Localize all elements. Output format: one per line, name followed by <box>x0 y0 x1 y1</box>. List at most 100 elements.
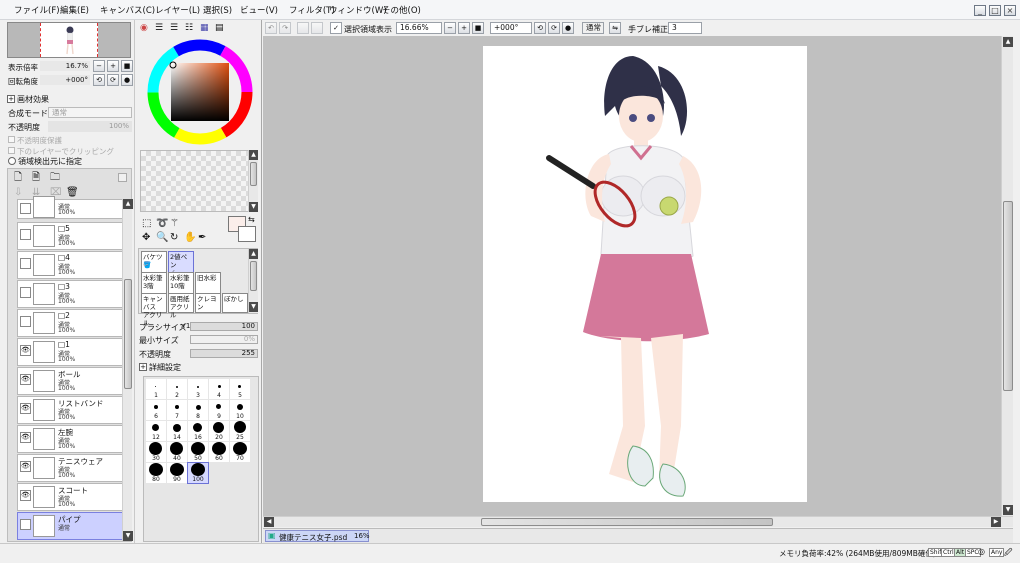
selection-show-checkbox[interactable]: ✓ <box>330 22 342 34</box>
rect-select-icon[interactable]: ⬚ <box>142 219 151 229</box>
tool-canvas-acrylic[interactable]: キャンバス アクリル <box>141 293 167 327</box>
magic-wand-icon[interactable]: ⚚ <box>170 219 179 229</box>
background-color[interactable] <box>238 226 256 242</box>
move-icon[interactable]: ✥ <box>142 233 150 243</box>
layer-panel-toggle[interactable] <box>118 173 127 182</box>
hand-icon[interactable]: ✋ <box>184 233 196 243</box>
tool-bucket[interactable]: バケツ 🪣 <box>141 251 167 273</box>
zoom-out-button[interactable]: − <box>444 22 456 34</box>
layer-item[interactable]: □2 通常 100% <box>17 309 130 337</box>
hsv-slider-icon[interactable]: ☰ <box>170 23 178 33</box>
detail-expand-button[interactable]: + <box>139 363 147 371</box>
brush-size-option[interactable]: 70 <box>230 442 250 462</box>
layer-item[interactable]: □5 通常 100% <box>17 222 130 250</box>
nav-rotate-left-button[interactable]: ⟲ <box>93 74 105 86</box>
layer-item[interactable]: □3 通常 100% <box>17 280 130 308</box>
brush-size-option[interactable]: 3 <box>188 379 208 399</box>
visibility-toggle[interactable] <box>20 203 31 214</box>
brush-size-option[interactable]: 25 <box>230 421 250 441</box>
expand-effect-button[interactable]: + <box>7 95 15 103</box>
scroll-thumb[interactable] <box>250 261 257 291</box>
tool-watercolor-10[interactable]: 水彩筆 10階 <box>168 272 194 294</box>
layer-item[interactable]: 通常 100% <box>17 196 130 219</box>
brush-size-option[interactable]: 6 <box>146 400 166 420</box>
brush-size-option[interactable]: 40 <box>167 442 187 462</box>
mixer-icon[interactable]: ☷ <box>185 23 193 33</box>
scroll-up-arrow[interactable]: ▲ <box>1003 37 1013 47</box>
scratchpad[interactable] <box>140 150 250 212</box>
eyedropper-icon[interactable]: ✒ <box>198 233 206 243</box>
brush-size-option[interactable]: 10 <box>230 400 250 420</box>
close-button[interactable]: × <box>1004 5 1016 16</box>
menu-edit[interactable]: 編集(E) <box>60 4 89 16</box>
scroll-up-arrow[interactable]: ▲ <box>249 249 258 259</box>
rotation-field[interactable]: +000° <box>490 22 532 34</box>
color-wheel-icon[interactable]: ◉ <box>140 23 148 33</box>
navigator-preview[interactable] <box>7 22 131 58</box>
layer-item[interactable]: 👁 □1 通常 100% <box>17 338 130 366</box>
zoom-field[interactable]: 16.66% <box>396 22 442 34</box>
scratchpad-icon[interactable]: ▤ <box>215 23 224 33</box>
tool-watercolor-3[interactable]: 水彩筆 3階 <box>141 272 167 294</box>
layer-item[interactable]: 👁 リストバンド 通常 100% <box>17 396 130 424</box>
minimize-button[interactable]: _ <box>974 5 986 16</box>
brush-size-option[interactable]: 8 <box>188 400 208 420</box>
scroll-right-arrow[interactable]: ▶ <box>991 517 1001 527</box>
layer-item[interactable]: 👁 左腕 通常 100% <box>17 425 130 453</box>
brush-size-option[interactable]: 5 <box>230 379 250 399</box>
swap-colors-icon[interactable]: ⇆ <box>248 215 255 225</box>
scroll-thumb[interactable] <box>124 279 132 389</box>
visibility-toggle[interactable]: 👁 <box>20 432 31 443</box>
scroll-down-arrow[interactable]: ▼ <box>249 302 258 312</box>
brush-size-option[interactable]: 60 <box>209 442 229 462</box>
rotate-right-button[interactable]: ⟳ <box>548 22 560 34</box>
visibility-toggle[interactable] <box>20 258 31 269</box>
tool-crayon[interactable]: クレヨン <box>195 293 221 313</box>
trash-icon[interactable]: 🗑 <box>66 188 79 198</box>
deselect-button[interactable] <box>297 22 309 34</box>
scroll-thumb[interactable] <box>481 518 773 526</box>
nav-zoom-slider[interactable]: 16.7% <box>40 61 90 71</box>
brush-size-option[interactable]: 9 <box>209 400 229 420</box>
color-wheel[interactable] <box>144 36 256 148</box>
visibility-toggle[interactable] <box>20 229 31 240</box>
layer-blend-select[interactable]: 通常 <box>48 107 132 118</box>
nav-zoom-out-button[interactable]: − <box>93 60 105 72</box>
invert-selection-button[interactable] <box>311 22 323 34</box>
scroll-down-arrow[interactable]: ▼ <box>123 531 133 541</box>
protect-checkbox[interactable] <box>8 136 15 143</box>
visibility-toggle[interactable]: 👁 <box>20 490 31 501</box>
canvas-hscroll[interactable]: ◀ ▶ <box>263 516 1013 527</box>
zoom-icon[interactable]: 🔍 <box>156 233 168 243</box>
brush-size-slider[interactable]: 100 <box>190 322 258 331</box>
menu-other[interactable]: その他(O) <box>382 4 421 16</box>
tool-binary-pen[interactable]: 2値ペン⟋ <box>168 251 194 277</box>
scroll-down-arrow[interactable]: ▼ <box>1003 505 1013 515</box>
nav-rotate-reset-button[interactable]: ● <box>121 74 133 86</box>
layer-scrollbar[interactable]: ▲ ▼ <box>122 199 133 541</box>
nav-zoom-in-button[interactable]: + <box>107 60 119 72</box>
clip-checkbox[interactable] <box>8 147 15 154</box>
menu-file[interactable]: ファイル(F) <box>14 4 60 16</box>
layer-item-selected[interactable]: パイプ 通常 <box>17 512 130 540</box>
zoom-reset-button[interactable]: ■ <box>472 22 484 34</box>
scratchpad-scrollbar[interactable]: ▲ ▼ <box>248 150 258 212</box>
redo-button[interactable]: ↷ <box>279 22 291 34</box>
brush-size-option[interactable]: 90 <box>167 463 187 483</box>
visibility-toggle[interactable]: 👁 <box>20 403 31 414</box>
menu-layer[interactable]: レイヤー(L) <box>155 4 200 16</box>
tool-paper-acrylic[interactable]: 画用紙 アクリル <box>168 293 194 319</box>
density-slider[interactable]: 255 <box>190 349 258 358</box>
scroll-up-arrow[interactable]: ▲ <box>123 199 133 209</box>
visibility-toggle[interactable]: 👁 <box>20 461 31 472</box>
zoom-in-button[interactable]: + <box>458 22 470 34</box>
brush-size-option[interactable]: 14 <box>167 421 187 441</box>
brush-size-option[interactable]: 50 <box>188 442 208 462</box>
rgb-slider-icon[interactable]: ☰ <box>155 23 163 33</box>
visibility-toggle[interactable]: 👁 <box>20 345 31 356</box>
menu-window[interactable]: ウィンドウ(W) <box>329 4 387 16</box>
menu-view[interactable]: ビュー(V) <box>240 4 278 16</box>
brush-size-option[interactable]: 2 <box>167 379 187 399</box>
scroll-up-arrow[interactable]: ▲ <box>249 150 258 160</box>
menu-select[interactable]: 選択(S) <box>203 4 232 16</box>
